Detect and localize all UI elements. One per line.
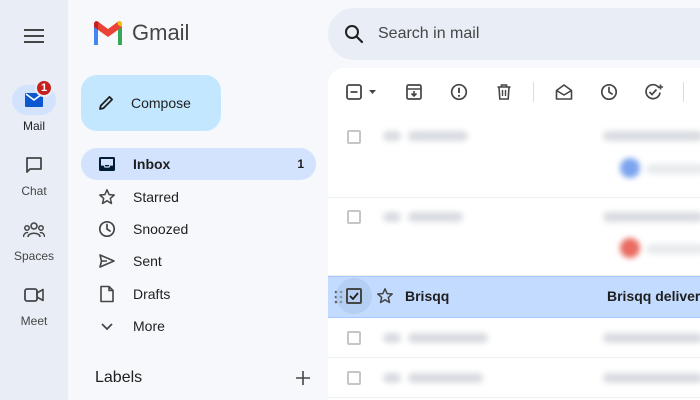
list-item[interactable] bbox=[328, 318, 700, 358]
blurred-attachment-name bbox=[646, 244, 700, 254]
plus-icon bbox=[296, 371, 310, 385]
chevron-down-icon bbox=[97, 316, 117, 336]
meet-icon bbox=[24, 288, 44, 302]
app-rail: 1 Mail Chat Spaces Meet bbox=[0, 0, 68, 400]
star-icon bbox=[377, 288, 393, 304]
rail-item-chat[interactable]: Chat bbox=[0, 150, 68, 198]
rail-item-meet[interactable]: Meet bbox=[0, 280, 68, 328]
blurred-sender bbox=[408, 373, 483, 383]
archive-icon bbox=[406, 84, 422, 100]
blurred-subject bbox=[603, 333, 700, 343]
row-checkbox[interactable] bbox=[347, 371, 361, 385]
delete-icon bbox=[497, 84, 511, 100]
blurred-subject bbox=[603, 131, 700, 141]
nav-item-snoozed[interactable]: Snoozed bbox=[81, 213, 316, 245]
nav-item-starred[interactable]: Starred bbox=[81, 181, 316, 213]
navigation-panel: Gmail Compose Inbox 1 Starred Snoozed Se… bbox=[68, 0, 328, 400]
selected-message-row[interactable]: Brisqq Brisqq deliver bbox=[328, 276, 700, 318]
blurred-sender bbox=[408, 212, 463, 222]
row-checkbox[interactable] bbox=[347, 130, 361, 144]
checkmark-icon bbox=[349, 292, 359, 300]
report-spam-button[interactable] bbox=[447, 80, 471, 104]
select-all-button[interactable] bbox=[344, 80, 380, 104]
compose-button[interactable]: Compose bbox=[81, 75, 221, 131]
mail-list-panel: Brisqq Brisqq deliver bbox=[328, 68, 700, 400]
delete-button[interactable] bbox=[492, 80, 516, 104]
spaces-icon bbox=[23, 222, 45, 238]
blurred-attachment-chip bbox=[620, 158, 640, 178]
star-icon bbox=[97, 187, 117, 207]
nav-item-drafts[interactable]: Drafts bbox=[81, 278, 316, 310]
blurred-star bbox=[383, 333, 401, 343]
list-item[interactable] bbox=[328, 198, 700, 276]
chat-icon bbox=[26, 157, 42, 173]
labels-title: Labels bbox=[95, 369, 143, 386]
rail-label-mail: Mail bbox=[22, 119, 45, 133]
nav-label-inbox: Inbox bbox=[133, 156, 171, 172]
row-checkbox[interactable] bbox=[347, 331, 361, 345]
star-toggle[interactable] bbox=[375, 286, 395, 306]
main-menu-button[interactable] bbox=[22, 24, 46, 48]
labels-section-header: Labels bbox=[95, 368, 313, 388]
blurred-star bbox=[383, 212, 401, 222]
mail-toolbar bbox=[328, 68, 700, 116]
add-to-tasks-button[interactable] bbox=[642, 80, 666, 104]
blurred-star bbox=[383, 131, 401, 141]
compose-label: Compose bbox=[131, 95, 191, 111]
list-item[interactable] bbox=[328, 116, 700, 198]
blurred-sender bbox=[408, 131, 468, 141]
blurred-star bbox=[383, 373, 401, 383]
nav-label-starred: Starred bbox=[133, 189, 179, 205]
inbox-unread-count: 1 bbox=[297, 157, 304, 171]
blurred-attachment-chip bbox=[620, 238, 640, 258]
search-input[interactable] bbox=[378, 25, 658, 43]
nav-item-inbox[interactable]: Inbox 1 bbox=[81, 148, 316, 180]
rail-item-mail[interactable]: 1 Mail bbox=[0, 79, 68, 133]
report-spam-icon bbox=[450, 83, 468, 101]
row-checkbox[interactable] bbox=[347, 210, 361, 224]
blurred-subject bbox=[603, 212, 700, 222]
select-checkbox-icon bbox=[346, 84, 376, 100]
blurred-subject bbox=[603, 373, 700, 383]
gmail-wordmark: Gmail bbox=[132, 20, 190, 45]
draft-icon bbox=[97, 284, 117, 304]
rail-label-spaces: Spaces bbox=[13, 249, 55, 263]
clock-icon bbox=[97, 219, 117, 239]
send-icon bbox=[97, 251, 117, 271]
nav-label-drafts: Drafts bbox=[133, 286, 171, 302]
message-sender: Brisqq bbox=[405, 288, 450, 304]
mail-unread-badge: 1 bbox=[35, 79, 53, 97]
nav-item-sent[interactable]: Sent bbox=[81, 245, 316, 277]
nav-label-sent: Sent bbox=[133, 253, 162, 269]
blurred-attachment-name bbox=[646, 164, 700, 174]
hamburger-icon bbox=[24, 29, 44, 43]
nav-label-more: More bbox=[133, 318, 165, 334]
snooze-icon bbox=[600, 83, 618, 101]
mark-read-icon bbox=[555, 84, 573, 100]
blurred-sender bbox=[408, 333, 488, 343]
row-checkbox-checked[interactable] bbox=[346, 288, 362, 304]
rail-label-meet: Meet bbox=[20, 314, 48, 328]
add-task-icon bbox=[645, 83, 663, 100]
inbox-icon bbox=[97, 154, 117, 174]
pencil-icon bbox=[99, 96, 113, 110]
toolbar-divider bbox=[533, 82, 534, 102]
list-item[interactable] bbox=[328, 358, 700, 398]
rail-item-spaces[interactable]: Spaces bbox=[0, 215, 68, 263]
nav-item-more[interactable]: More bbox=[81, 310, 316, 342]
toolbar-divider bbox=[683, 82, 684, 102]
message-subject: Brisqq deliver bbox=[607, 288, 700, 304]
search-icon[interactable] bbox=[344, 24, 364, 44]
nav-label-snoozed: Snoozed bbox=[133, 221, 189, 237]
search-bar bbox=[328, 8, 700, 60]
gmail-m-logo-icon bbox=[94, 21, 122, 45]
mark-as-read-button[interactable] bbox=[552, 80, 576, 104]
snooze-button[interactable] bbox=[597, 80, 621, 104]
rail-label-chat: Chat bbox=[21, 184, 47, 198]
create-label-button[interactable] bbox=[293, 368, 313, 388]
archive-button[interactable] bbox=[402, 80, 426, 104]
gmail-logo[interactable]: Gmail bbox=[92, 20, 189, 46]
